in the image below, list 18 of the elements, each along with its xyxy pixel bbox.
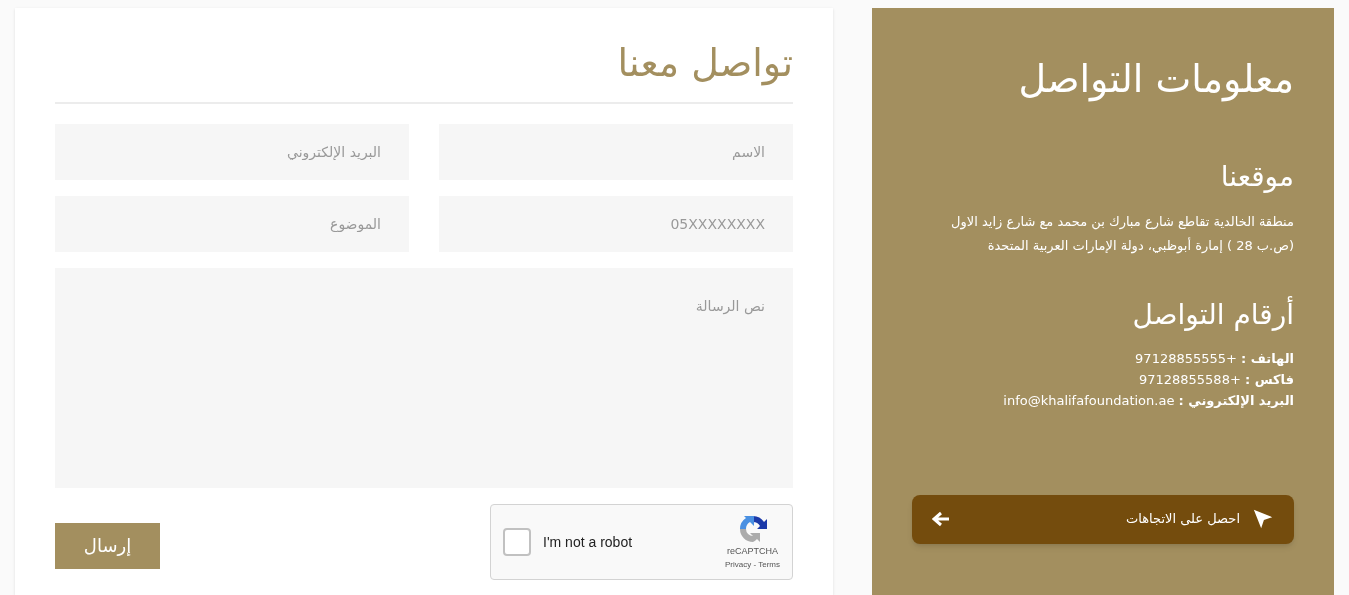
input-field[interactable]: الموضوع	[55, 196, 409, 252]
info-title: معلومات التواصل	[1017, 56, 1294, 104]
directions-button[interactable]: احصل على الاتجاهات	[912, 494, 1294, 544]
captcha-checkbox[interactable]	[503, 528, 531, 556]
arrow-left-icon	[932, 511, 950, 527]
input-field[interactable]: البريد الإلكتروني	[55, 124, 409, 180]
location-title: موقعنا	[1219, 158, 1294, 195]
navigation-arrow-icon	[1252, 508, 1274, 530]
address-line: منطقة الخالدية تقاطع شارع مبارك بن محمد مع شارع زايد الاول	[950, 212, 1294, 232]
captcha-links[interactable]: Privacy - Terms	[725, 558, 780, 571]
numbers-title: أرقام التواصل	[1131, 295, 1294, 333]
input-field[interactable]: الاسم	[439, 124, 793, 180]
form-title: تواصل معنا	[55, 44, 793, 104]
address-line: (ص.ب 28 ) إمارة أبوظبي، دولة الإمارات العربية المتحدة	[986, 236, 1294, 256]
input-field[interactable]: 05XXXXXXXX	[439, 196, 793, 252]
message-field[interactable]: نص الرسالة	[55, 268, 793, 488]
captcha-label: I'm not a robot	[543, 533, 633, 552]
captcha-brand: reCAPTCHA	[727, 545, 778, 559]
